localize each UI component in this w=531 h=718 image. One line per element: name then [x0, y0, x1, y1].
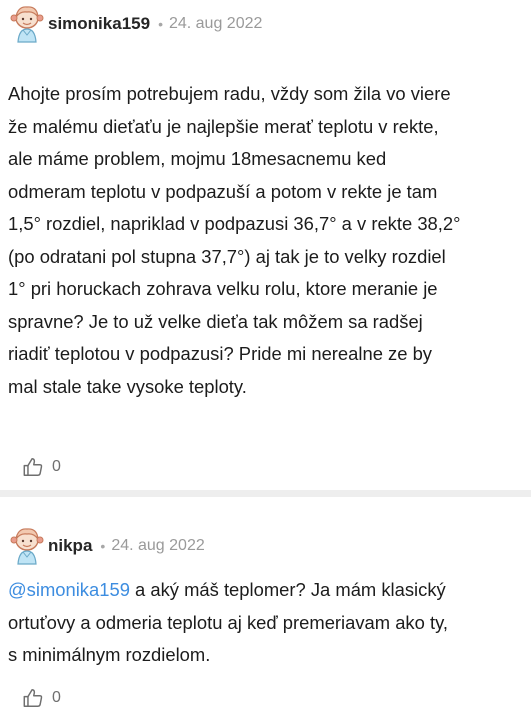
avatar-girl-icon [10, 528, 44, 565]
post-header: simonika159 • 24. aug 2022 [10, 4, 262, 44]
comment-post: simonika159 • 24. aug 2022 Ahojte prosím… [0, 0, 531, 490]
post-header: nikpa • 24. aug 2022 [10, 526, 205, 566]
avatar[interactable] [10, 4, 44, 44]
meta-separator: • [100, 538, 106, 554]
avatar-girl-icon [10, 6, 44, 43]
username[interactable]: nikpa [48, 536, 92, 556]
thumbs-up-icon [23, 689, 43, 707]
like-count: 0 [52, 689, 61, 706]
post-divider [0, 490, 531, 497]
like-button[interactable]: 0 [22, 456, 61, 478]
post-date: 24. aug 2022 [168, 15, 263, 32]
post-body: Ahojte prosím potrebujem radu, vždy som … [8, 83, 461, 397]
avatar[interactable] [10, 526, 44, 566]
like-button[interactable]: 0 [22, 687, 61, 709]
post-body: @simonika159 a aký máš teplomer? Ja mám … [8, 574, 524, 672]
username[interactable]: simonika159 [48, 14, 150, 34]
post-date: 24. aug 2022 [111, 537, 205, 554]
thumbs-up-icon [23, 458, 43, 476]
mention-link[interactable]: @simonika159 [8, 579, 130, 600]
meta-separator: • [158, 16, 163, 32]
like-count: 0 [52, 458, 61, 475]
